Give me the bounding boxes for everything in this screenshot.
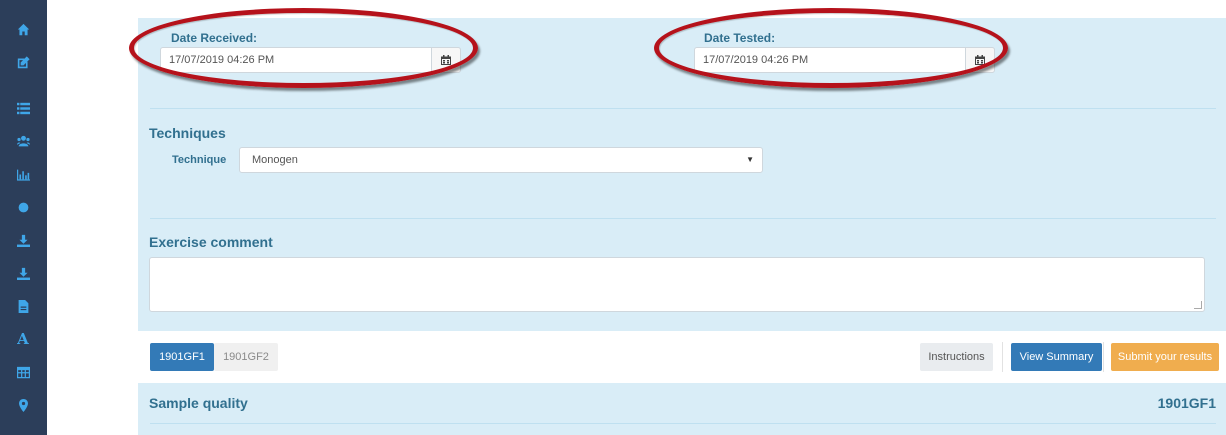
tab-1901gf2[interactable]: 1901GF2 [214, 343, 278, 371]
technique-selected-value: Monogen [252, 154, 298, 166]
section-divider [150, 108, 1216, 109]
exercise-comment-textarea[interactable] [149, 257, 1205, 312]
font-icon[interactable]: A [12, 328, 34, 350]
resize-handle-icon[interactable] [1194, 301, 1202, 309]
caret-down-icon: ▼ [746, 155, 754, 164]
instructions-button[interactable]: Instructions [920, 343, 993, 371]
download-icon[interactable] [12, 262, 34, 284]
techniques-title: Techniques [149, 125, 226, 141]
bar-chart-icon[interactable] [12, 163, 34, 185]
file-icon[interactable] [12, 295, 34, 317]
home-icon[interactable] [12, 18, 34, 40]
calendar-icon [975, 55, 985, 65]
toolbar-separator [1103, 342, 1104, 372]
edit-icon[interactable] [12, 51, 34, 73]
technique-field-label: Technique [172, 154, 227, 166]
toolbar-separator [1002, 342, 1003, 372]
technique-select[interactable]: Monogen ▼ [239, 147, 763, 173]
view-summary-button[interactable]: View Summary [1011, 343, 1102, 371]
circle-icon[interactable] [12, 196, 34, 218]
date-tested-label: Date Tested: [704, 31, 776, 45]
sidebar: A [0, 0, 47, 435]
list-icon[interactable] [12, 97, 34, 119]
map-marker-icon[interactable] [12, 394, 34, 416]
tab-1901gf1[interactable]: 1901GF1 [150, 343, 214, 371]
date-tested-value: 17/07/2019 04:26 PM [703, 54, 809, 66]
sample-quality-section: Sample quality 1901GF1 [138, 383, 1226, 435]
page: A Date Received: 17/07/2019 04:26 PM Dat… [0, 0, 1226, 435]
date-received-value: 17/07/2019 04:26 PM [169, 54, 275, 66]
date-received-calendar-button[interactable] [431, 47, 461, 73]
download-icon[interactable] [12, 229, 34, 251]
table-icon[interactable] [12, 361, 34, 383]
users-icon[interactable] [12, 130, 34, 152]
sample-quality-title: Sample quality [149, 395, 248, 411]
date-received-input[interactable]: 17/07/2019 04:26 PM [160, 47, 461, 73]
date-tested-input[interactable]: 17/07/2019 04:26 PM [694, 47, 995, 73]
section-divider [150, 423, 1216, 424]
date-tested-calendar-button[interactable] [965, 47, 995, 73]
sample-toolbar: 1901GF1 1901GF2 Instructions View Summar… [138, 331, 1226, 383]
date-received-label: Date Received: [171, 31, 258, 45]
submit-results-button[interactable]: Submit your results [1111, 343, 1219, 371]
calendar-icon [441, 55, 451, 65]
section-divider [150, 218, 1216, 219]
exercise-comment-title: Exercise comment [149, 234, 273, 250]
font-icon-glyph: A [17, 330, 29, 348]
sample-code: 1901GF1 [1157, 395, 1216, 411]
